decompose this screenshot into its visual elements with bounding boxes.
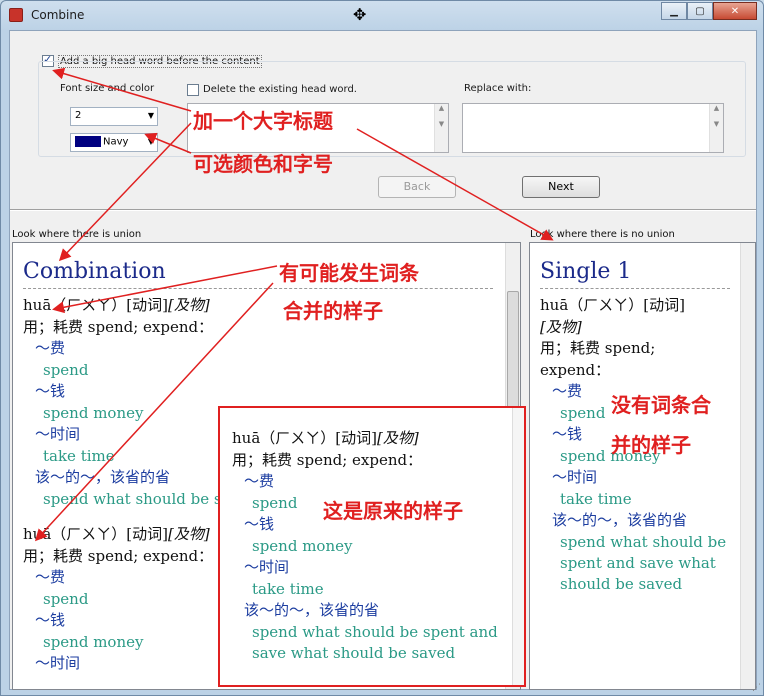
example-translation: spend what should be spent and save what… [252, 622, 498, 663]
annotation-no-merge-line2: 并的样子 [611, 433, 691, 457]
entry-definition-cont: expend： [540, 360, 611, 379]
example-translation: spend what should be spent and save what… [560, 532, 727, 593]
example-word: 该～的～，该省的省 [552, 511, 688, 529]
delete-head-label: Delete the existing head word. [203, 84, 357, 95]
font-size-select[interactable]: 2 ▼ [70, 107, 158, 126]
color-swatch [75, 136, 101, 147]
original-entry-popup: huā（ㄏㄨㄚ）[动词][及物] 用；耗费 spend; expend： ～费 … [218, 406, 526, 687]
entry-definition: 用；耗费 spend; expend： [232, 450, 423, 469]
chevron-down-icon: ▼ [147, 111, 154, 120]
entry-definition: 用；耗费 spend; [540, 339, 656, 357]
annotation-big-head: 加一个大字标题 [193, 109, 333, 133]
resize-grip-icon[interactable]: ⋰ [752, 683, 761, 693]
close-icon[interactable]: ✕ [713, 2, 757, 20]
splitter[interactable] [10, 209, 756, 211]
dictionary-entry: huā（ㄏㄨㄚ）[动词][及物] 用；耗费 spend; expend： ～费 … [232, 428, 522, 665]
entry-pronunciation: huā（ㄏㄨㄚ）[动词] [232, 429, 377, 447]
replace-textbox[interactable]: ▲ ▼ [462, 103, 724, 153]
textbox-scrollbar[interactable]: ▲ ▼ [709, 104, 723, 152]
head-word: Single 1 [540, 259, 632, 284]
entry-pos: [及物] [167, 296, 210, 314]
maximize-icon[interactable]: ▢ [687, 2, 713, 20]
example-word: ～时间 [552, 468, 598, 486]
chevron-down-icon: ▼ [147, 137, 154, 146]
font-color-select[interactable]: Navy ▼ [70, 133, 158, 152]
annotation-original: 这是原来的样子 [323, 499, 463, 523]
textbox-scrollbar[interactable]: ▲ ▼ [434, 104, 448, 152]
vertical-scrollbar[interactable] [740, 243, 755, 689]
example-translation: spend [43, 360, 89, 379]
app-icon [9, 8, 23, 22]
entry-pos: [及物] [376, 429, 419, 447]
entry-definition: 用；耗费 spend; expend： [23, 317, 214, 336]
head-word: Combination [23, 259, 166, 284]
entry-pronunciation: huā（ㄏㄨㄚ）[动词] [540, 296, 685, 314]
title-bar[interactable]: Combine ✥ ▁ ▢ ✕ [1, 1, 763, 29]
entry-pos: [及物] [167, 525, 210, 543]
delete-head-checkbox[interactable] [187, 84, 199, 96]
back-button[interactable]: Back [378, 176, 456, 198]
font-color-value: Navy [103, 136, 129, 148]
combine-window: Combine ✥ ▁ ▢ ✕ Add a big head word befo… [0, 0, 764, 696]
no-union-preview-pane[interactable]: Single 1 huā（ㄏㄨㄚ）[动词] [及物] 用；耗费 spend; e… [529, 242, 756, 690]
font-size-color-label: Font size and color [60, 83, 155, 94]
divider [23, 288, 493, 289]
example-word: ～钱 [35, 382, 66, 400]
annotation-merge-line2: 合并的样子 [283, 299, 383, 323]
entry-pronunciation: huā（ㄏㄨㄚ）[动词] [23, 296, 168, 314]
minimize-icon[interactable]: ▁ [661, 2, 687, 20]
annotation-merge-line1: 有可能发生词条 [279, 261, 419, 285]
annotation-no-merge-line1: 没有词条合 [611, 393, 711, 417]
font-size-value: 2 [75, 110, 82, 121]
entry-pos: [及物] [540, 317, 582, 336]
window-controls: ▁ ▢ ✕ [661, 2, 757, 20]
example-word: 该～的～，该省的省 [244, 601, 380, 619]
next-button[interactable]: Next [522, 176, 600, 198]
window-title: Combine [31, 8, 85, 22]
example-translation: spend money [252, 536, 353, 555]
replace-label: Replace with: [464, 83, 532, 94]
move-cursor-icon: ✥ [353, 5, 367, 24]
no-union-label: Look where there is no union [530, 229, 675, 240]
annotation-color-size: 可选颜色和字号 [193, 152, 333, 176]
vertical-scrollbar[interactable] [512, 408, 524, 685]
example-word: ～费 [35, 339, 66, 357]
union-label: Look where there is union [12, 229, 142, 240]
example-word: ～时间 [244, 558, 290, 576]
entry-pronunciation: huā（ㄏㄨㄚ）[动词] [23, 525, 168, 543]
example-translation: take time [252, 579, 324, 598]
options-area: Add a big head word before the content F… [10, 31, 756, 209]
example-translation: take time [560, 489, 632, 508]
example-word: ～费 [244, 472, 275, 490]
divider [540, 288, 730, 289]
